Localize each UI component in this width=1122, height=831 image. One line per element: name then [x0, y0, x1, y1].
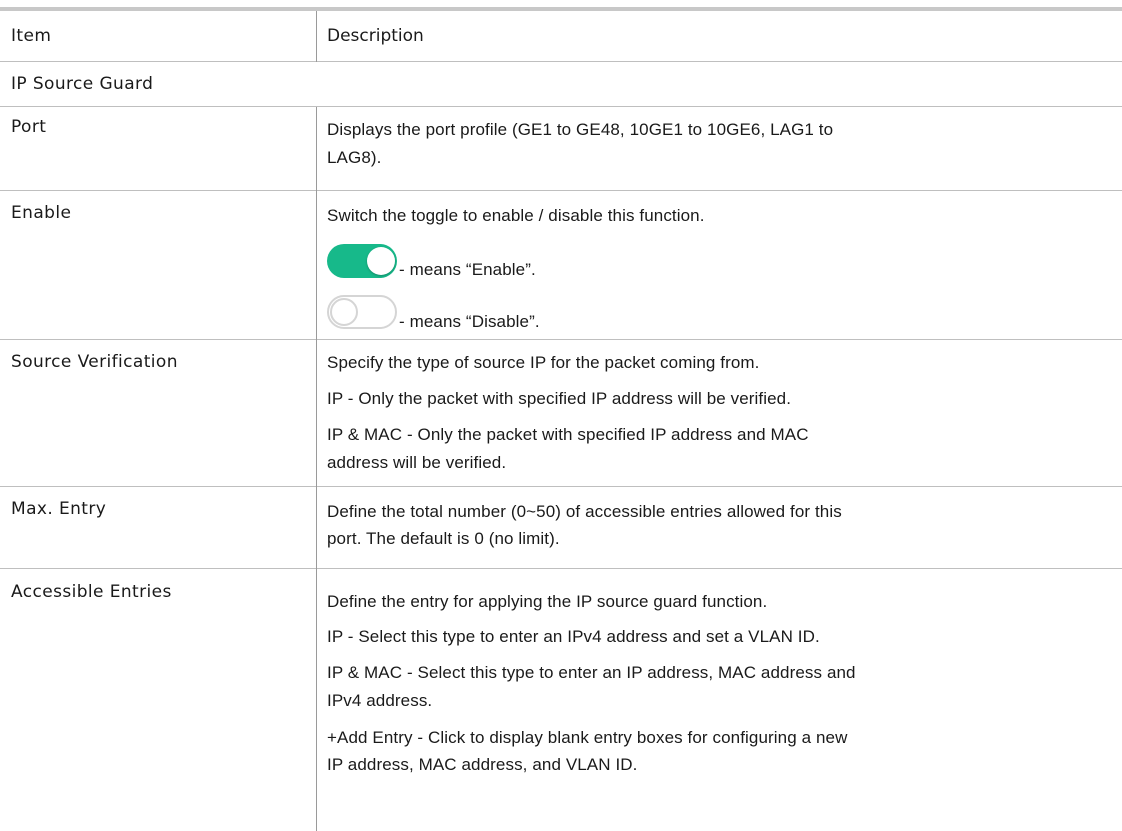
- item-max-entry: Max. Entry: [11, 499, 107, 519]
- table-row-source-verification: Source Verification Specify the type of …: [0, 340, 1122, 487]
- desc-line: address will be verified.: [327, 453, 507, 472]
- header-item: Item: [11, 26, 52, 46]
- desc-line: IP & MAC - Select this type to enter an …: [327, 663, 856, 682]
- table-row-max-entry: Max. Entry Define the total number (0~50…: [0, 487, 1122, 569]
- desc-line: Define the entry for applying the IP sou…: [327, 592, 768, 611]
- item-port: Port: [11, 117, 47, 137]
- toggle-knob: [330, 298, 358, 326]
- desc-line: IP & MAC - Only the packet with specifie…: [327, 425, 809, 444]
- column-divider: [316, 11, 317, 62]
- desc-line: Specify the type of source IP for the pa…: [327, 353, 760, 372]
- desc-line: port. The default is 0 (no limit).: [327, 529, 560, 548]
- disable-legend: - means “Disable”.: [399, 312, 540, 331]
- desc-line: IP address, MAC address, and VLAN ID.: [327, 755, 638, 774]
- table-row-accessible-entries: Accessible Entries Define the entry for …: [0, 569, 1122, 831]
- desc-line: Define the total number (0~50) of access…: [327, 502, 842, 521]
- header-description: Description: [327, 26, 424, 46]
- enable-legend: - means “Enable”.: [399, 260, 536, 279]
- desc-line: LAG8).: [327, 148, 382, 167]
- column-divider: [316, 107, 317, 831]
- desc-line: IP - Select this type to enter an IPv4 a…: [327, 627, 820, 646]
- item-source-verification: Source Verification: [11, 352, 178, 372]
- toggle-off-icon: [327, 295, 397, 329]
- desc-line: Displays the port profile (GE1 to GE48, …: [327, 120, 834, 139]
- desc-line: IPv4 address.: [327, 691, 433, 710]
- table-row-port: Port Displays the port profile (GE1 to G…: [0, 107, 1122, 191]
- item-enable: Enable: [11, 203, 72, 223]
- table-row-enable: Enable Switch the toggle to enable / dis…: [0, 191, 1122, 340]
- desc-line: IP - Only the packet with specified IP a…: [327, 389, 792, 408]
- toggle-on-icon: [327, 244, 397, 278]
- section-row: IP Source Guard: [0, 62, 1122, 107]
- description-enable: Switch the toggle to enable / disable th…: [327, 191, 1117, 340]
- item-accessible-entries: Accessible Entries: [11, 582, 172, 602]
- desc-line: +Add Entry - Click to display blank entr…: [327, 728, 848, 747]
- section-title: IP Source Guard: [11, 74, 154, 94]
- table-header-row: Item Description: [0, 11, 1122, 62]
- toggle-knob: [367, 247, 395, 275]
- desc-line: Switch the toggle to enable / disable th…: [327, 206, 705, 225]
